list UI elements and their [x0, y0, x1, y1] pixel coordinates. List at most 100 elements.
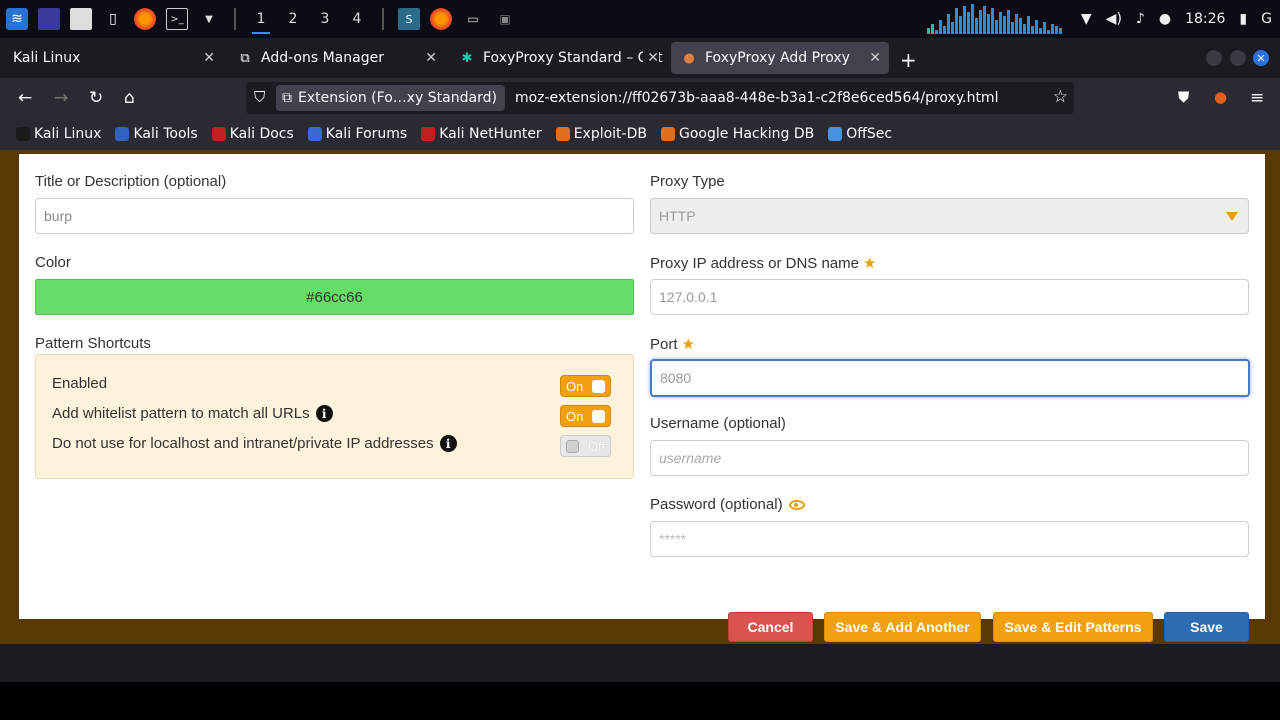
bookmark-label: Kali Docs	[229, 126, 294, 142]
shield-icon[interactable]: ⛉	[254, 88, 265, 106]
toggle-knob	[566, 440, 579, 453]
whitelist-toggle[interactable]: On	[560, 405, 611, 427]
workspace-4[interactable]: 4	[346, 11, 368, 27]
tab-strip: Kali Linux ✕ ⧉ Add-ons Manager ✕ ✱ FoxyP…	[0, 38, 1280, 78]
chevron-down-icon	[1226, 212, 1238, 221]
localhost-toggle[interactable]: Off	[560, 435, 611, 457]
power-status-icon[interactable]: ●	[1159, 11, 1171, 27]
bookmark-item[interactable]: Kali Docs	[211, 126, 294, 142]
shortcut-localhost: Do not use for localhost and intranet/pr…	[52, 435, 457, 452]
bookmark-item[interactable]: Kali Forums	[307, 126, 407, 142]
foxyproxy-toolbar-icon[interactable]: ●	[1214, 88, 1227, 106]
proxy-type-select[interactable]: HTTP	[650, 198, 1249, 234]
tab-foxyproxy-standard[interactable]: ✱ FoxyProxy Standard – Get ✕	[449, 42, 667, 74]
eye-icon[interactable]	[788, 500, 805, 511]
info-icon[interactable]: i	[439, 435, 457, 452]
tab-foxyproxy-add-proxy[interactable]: ● FoxyProxy Add Proxy ✕	[671, 42, 889, 74]
title-input[interactable]: burp	[35, 198, 634, 234]
firefox-icon[interactable]	[134, 8, 156, 30]
logout-icon[interactable]: G	[1261, 11, 1272, 27]
graph-bar	[946, 14, 950, 34]
enabled-toggle[interactable]: On	[560, 375, 611, 397]
menu-icon[interactable]: ≡	[1250, 88, 1264, 108]
port-input[interactable]: 8080	[650, 359, 1250, 397]
tab-label: FoxyProxy Add Proxy	[705, 50, 850, 66]
save-button[interactable]: Save	[1164, 612, 1249, 642]
extension-identity[interactable]: ⧉ Extension (Fo…xy Standard)	[276, 85, 505, 111]
bookmark-item[interactable]: Exploit-DB	[555, 126, 647, 142]
pocket-icon[interactable]: ⛊	[1178, 88, 1189, 106]
bookmark-label: Kali NetHunter	[439, 126, 542, 142]
terminal-icon[interactable]: >_	[166, 8, 188, 30]
graph-bar	[966, 12, 970, 34]
foxyproxy-icon: ✱	[461, 50, 473, 66]
bookmark-label: Google Hacking DB	[678, 126, 815, 142]
network-graph	[926, 4, 1067, 34]
workspace-3[interactable]: 3	[314, 11, 336, 27]
star-icon[interactable]: ☆	[1053, 87, 1068, 107]
proxy-type-value: HTTP	[659, 208, 696, 224]
kali-menu-icon[interactable]: ≋	[6, 8, 28, 30]
maximize-icon[interactable]	[1230, 50, 1246, 66]
username-placeholder: username	[659, 450, 722, 466]
ip-input[interactable]: 127.0.0.1	[650, 279, 1249, 315]
save-edit-patterns-button[interactable]: Save & Edit Patterns	[993, 612, 1153, 642]
toggle-knob	[592, 410, 605, 423]
bookmark-item[interactable]: Kali Tools	[115, 126, 198, 142]
password-input[interactable]: *****	[650, 521, 1249, 557]
workspace-1[interactable]: 1	[250, 11, 272, 34]
divider	[234, 8, 236, 30]
window-icon[interactable]: ▭	[462, 8, 484, 30]
close-icon[interactable]: ✕	[203, 50, 215, 66]
url-text[interactable]: moz-extension://ff02673b-aaa8-448e-b3a1-…	[515, 90, 999, 106]
info-icon[interactable]: i	[315, 405, 333, 422]
divider	[382, 8, 384, 30]
workspace-2[interactable]: 2	[282, 11, 304, 27]
wifi-icon[interactable]: ▼	[1081, 11, 1092, 27]
tab-label: FoxyProxy Standard – Get	[483, 50, 663, 66]
home-icon[interactable]: ⌂	[124, 88, 135, 108]
save-add-another-button[interactable]: Save & Add Another	[824, 612, 981, 642]
shortcut-whitelist: Add whitelist pattern to match all URLs …	[52, 405, 333, 422]
app-window-icon[interactable]: S	[398, 8, 420, 30]
bookmark-item[interactable]: Kali Linux	[16, 126, 101, 142]
lock-icon[interactable]: ▮	[1239, 11, 1247, 27]
bookmark-icon	[307, 127, 322, 141]
close-icon[interactable]: ✕	[643, 50, 659, 66]
username-input[interactable]: username	[650, 440, 1249, 476]
tab-kali-linux[interactable]: Kali Linux ✕	[3, 42, 223, 74]
bookmark-icon	[828, 127, 843, 141]
navigation-toolbar: ← → ↻ ⌂ ⛉ ⧉ Extension (Fo…xy Standard) m…	[0, 78, 1280, 118]
graph-bar	[990, 8, 994, 34]
clock[interactable]: 18:26	[1185, 11, 1225, 27]
terminal-window-icon[interactable]: ▣	[494, 8, 516, 30]
tab-add-ons-manager[interactable]: ⧉ Add-ons Manager ✕	[227, 42, 445, 74]
close-icon[interactable]: ✕	[425, 50, 437, 66]
desktop-icon[interactable]	[38, 8, 60, 30]
title-label: Title or Description (optional)	[35, 173, 227, 190]
bookmark-item[interactable]: Kali NetHunter	[421, 126, 542, 142]
new-tab-icon[interactable]: +	[900, 48, 917, 72]
forward-icon[interactable]: →	[54, 88, 68, 108]
url-bar[interactable]: ⛉ ⧉ Extension (Fo…xy Standard) moz-exten…	[246, 82, 1074, 114]
close-icon[interactable]: ✕	[869, 50, 881, 66]
close-window-icon[interactable]: ✕	[1253, 50, 1269, 66]
text-editor-icon[interactable]: ▯	[102, 8, 124, 30]
minimize-icon[interactable]	[1206, 50, 1222, 66]
shortcut-label: Add whitelist pattern to match all URLs	[52, 405, 310, 422]
port-label: Port ★	[650, 335, 695, 353]
back-icon[interactable]: ←	[18, 88, 32, 108]
files-icon[interactable]	[70, 8, 92, 30]
firefox-window-icon[interactable]	[430, 8, 452, 30]
graph-bar	[1042, 22, 1046, 34]
cancel-button[interactable]: Cancel	[728, 612, 813, 642]
bell-icon[interactable]: ♪	[1136, 11, 1145, 27]
bookmark-item[interactable]: OffSec	[828, 126, 892, 142]
volume-icon[interactable]: ◀)	[1106, 11, 1122, 27]
bookmark-item[interactable]: Google Hacking DB	[660, 126, 815, 142]
color-picker[interactable]: #66cc66	[35, 279, 634, 315]
reload-icon[interactable]: ↻	[89, 88, 103, 108]
graph-bar	[1002, 16, 1006, 34]
puzzle-icon: ⧉	[282, 90, 292, 106]
chevron-down-icon[interactable]: ▼	[198, 8, 220, 30]
